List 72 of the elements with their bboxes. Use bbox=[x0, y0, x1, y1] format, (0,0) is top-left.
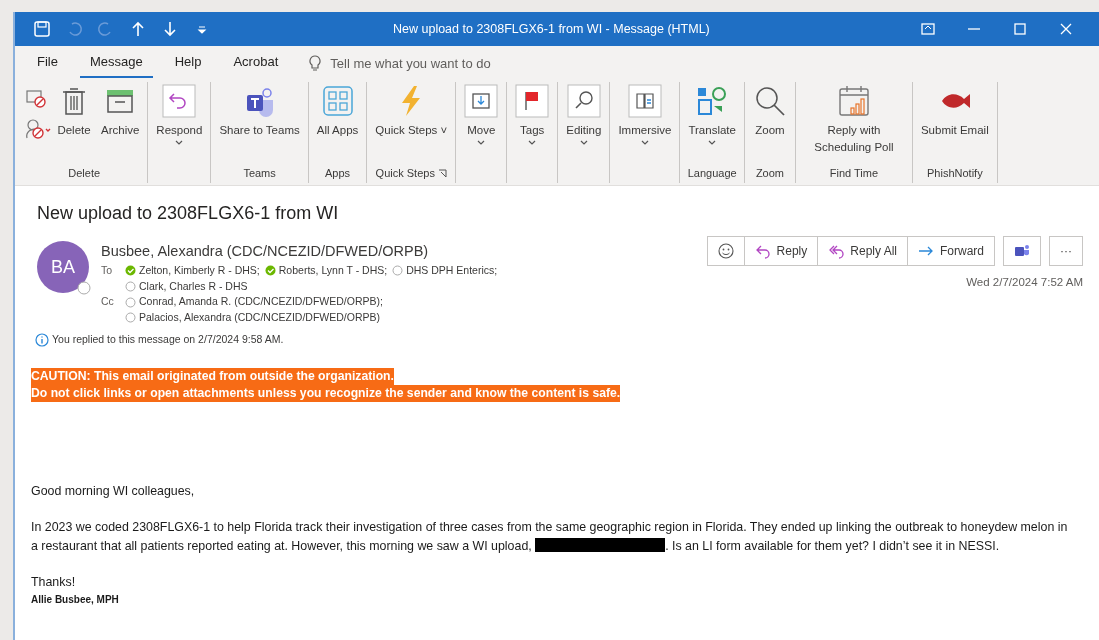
ribbon-button[interactable]: Respond bbox=[152, 82, 207, 165]
ribbon-button[interactable]: Tags bbox=[511, 82, 554, 165]
body-paragraph: Thanks! bbox=[31, 574, 77, 592]
ribbon-button[interactable]: Move bbox=[460, 82, 503, 165]
recipient-name[interactable]: Roberts, Lynn T - DHS; bbox=[278, 262, 388, 279]
apps-icon bbox=[320, 84, 355, 118]
sender-avatar: BA bbox=[37, 241, 89, 293]
ignore-icon[interactable] bbox=[25, 88, 47, 108]
ribbon-group-label: Quick Steps bbox=[375, 166, 435, 179]
immersive-reader-icon bbox=[627, 84, 662, 118]
reply-all-button[interactable]: Reply All bbox=[817, 236, 908, 266]
restore-icon[interactable] bbox=[919, 20, 937, 38]
info-icon bbox=[35, 332, 49, 347]
move-icon bbox=[464, 84, 499, 118]
forward-button[interactable]: Forward bbox=[907, 236, 995, 266]
ribbon-group-label: Delete bbox=[68, 166, 101, 179]
dialog-launcher-icon[interactable] bbox=[437, 169, 447, 179]
ribbon-button[interactable]: Archive bbox=[97, 82, 144, 165]
ribbon-group-label: Find Time bbox=[829, 166, 879, 179]
calendar-chart-icon bbox=[836, 84, 871, 118]
recipient-name[interactable]: DHS DPH Enterics; bbox=[406, 262, 498, 279]
caution-banner-text: Do not click links or open attachments unless you recognize the sender and know the content is safe. bbox=[31, 384, 621, 402]
flag-icon bbox=[515, 84, 550, 118]
ribbon-button[interactable]: Reply with Scheduling Poll bbox=[799, 82, 908, 165]
more-button[interactable]: ··· bbox=[1049, 236, 1083, 266]
reply-all-icon bbox=[828, 243, 845, 259]
ribbon-group-label: Zoom bbox=[755, 166, 784, 179]
ribbon-button[interactable]: Share to Teams bbox=[215, 82, 304, 165]
ribbon-tab[interactable]: Acrobat bbox=[223, 50, 289, 78]
ribbon-button[interactable]: Translate bbox=[684, 82, 740, 165]
ribbon-button[interactable]: All Apps bbox=[312, 82, 363, 165]
ribbon-button[interactable]: Immersive bbox=[614, 82, 676, 165]
signature-text: Allie Busbee, MPH bbox=[31, 593, 120, 608]
recipient-name[interactable]: Zelton, Kimberly R - DHS; bbox=[139, 262, 260, 279]
ribbon-group-label: Teams bbox=[243, 166, 276, 179]
teams-icon bbox=[1014, 243, 1030, 259]
sender-name: Busbee, Alexandra (CDC/NCEZID/DFWED/ORPB) bbox=[101, 242, 430, 261]
cc-label: Cc bbox=[101, 294, 115, 310]
ribbon-button[interactable]: Delete bbox=[53, 82, 95, 165]
recipient-name[interactable]: Clark, Charles R - DHS bbox=[139, 278, 248, 295]
recipient-name[interactable]: Palacios, Alexandra (CDC/NCEZID/DFWED/ORPB) bbox=[139, 310, 380, 326]
search-icon bbox=[566, 84, 601, 118]
caution-banner-text: CAUTION: This email originated from outside the organization. bbox=[31, 367, 394, 385]
ribbon-tab[interactable]: File bbox=[27, 50, 68, 78]
save-icon[interactable] bbox=[33, 20, 51, 38]
ribbon-tab[interactable]: Help bbox=[164, 50, 212, 78]
reaction-button[interactable] bbox=[706, 236, 745, 266]
lightbulb-icon[interactable] bbox=[308, 55, 323, 73]
block-sender-icon[interactable] bbox=[25, 118, 51, 140]
ribbon-button[interactable]: Quick Steps ˅ bbox=[371, 82, 452, 165]
ribbon-group-label: Apps bbox=[325, 166, 351, 179]
reply-info: You replied to this message on 2/7/2024 9:58 AM. bbox=[52, 331, 284, 347]
to-label: To bbox=[101, 262, 114, 278]
reply-button[interactable]: Reply bbox=[743, 236, 819, 266]
tell-me-field[interactable]: Tell me what you want to do bbox=[330, 54, 591, 74]
ribbon-button[interactable]: Editing bbox=[562, 82, 606, 165]
message-date: Wed 2/7/2024 7:52 AM bbox=[965, 275, 1083, 290]
down-arrow-icon[interactable] bbox=[161, 20, 179, 38]
maximize-icon[interactable] bbox=[1011, 20, 1029, 38]
reply-icon bbox=[754, 243, 771, 259]
window-title: New upload to 2308FLGX6-1 from WI - Message (HTML) bbox=[393, 20, 711, 38]
body-paragraph: In 2023 we coded 2308FLGX6-1 to help Florida track their investigation of three cases from the same geographic region in Florida. They ended up linking the outbreak to honeydew melon in a restaurant that all patients reported eating at. However, this morning we saw a WI upload, . Is an LI form available for them yet? I didn’t see it in NESSI. bbox=[31, 519, 1069, 555]
ribbon-group-label: PhishNotify bbox=[927, 166, 983, 179]
teams-button[interactable] bbox=[1003, 236, 1041, 266]
message-subject: New upload to 2308FLGX6-1 from WI bbox=[37, 202, 340, 225]
presence-icon bbox=[77, 281, 91, 295]
ribbon-button[interactable]: Zoom bbox=[748, 82, 791, 165]
ribbon-group-label: Language bbox=[687, 166, 737, 179]
smiley-icon bbox=[717, 243, 734, 259]
recipient-name[interactable]: Conrad, Amanda R. (CDC/NCEZID/DFWED/ORPB); bbox=[139, 294, 383, 310]
body-paragraph: Good morning WI colleagues, bbox=[31, 482, 196, 500]
ribbon-button[interactable]: Submit Email bbox=[916, 82, 993, 165]
